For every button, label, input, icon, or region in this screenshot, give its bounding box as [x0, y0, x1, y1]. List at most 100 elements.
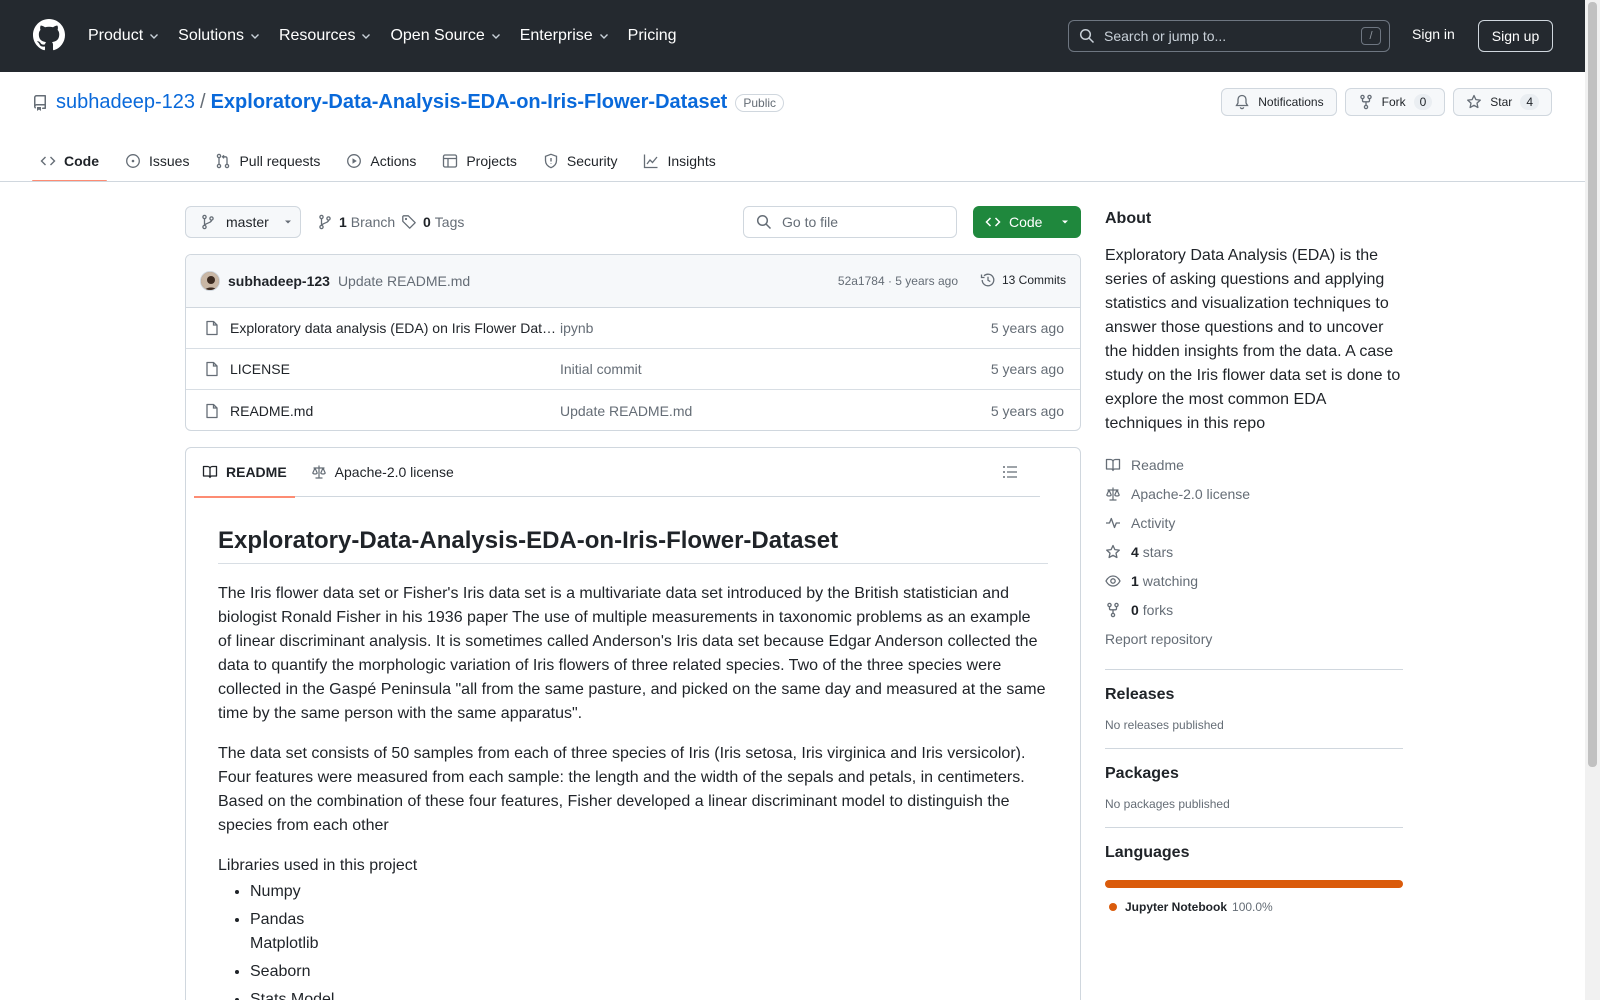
search-icon [1079, 28, 1095, 44]
tab-insights[interactable]: Insights [635, 140, 723, 182]
user-avatar-icon [201, 272, 219, 290]
chevron-down-icon [362, 34, 371, 39]
table-row[interactable]: README.md Update README.md 5 years ago [186, 390, 1080, 430]
graph-icon [644, 154, 658, 169]
chevron-down-icon [150, 34, 159, 39]
star-button[interactable]: Star 4 [1453, 88, 1552, 116]
file-icon [206, 361, 218, 377]
languages-heading: Languages [1105, 844, 1190, 861]
law-icon [1106, 487, 1120, 501]
code-dropdown-button[interactable]: Code [973, 206, 1081, 238]
book-icon [202, 465, 218, 479]
shield-icon [544, 153, 558, 169]
nav-enterprise[interactable]: Enterprise [520, 27, 610, 45]
file-time: 5 years ago [990, 402, 1064, 419]
chevron-down-icon [491, 34, 500, 39]
list-item: PandasMatplotlib [250, 908, 1048, 956]
nav-product[interactable]: Product [88, 27, 160, 45]
go-to-file-input[interactable]: Go to file [743, 206, 957, 238]
caret-down-icon [1062, 220, 1069, 224]
tab-code[interactable]: Code [32, 140, 107, 182]
tab-projects[interactable]: Projects [434, 140, 525, 182]
repo-icon [34, 95, 46, 111]
tab-security[interactable]: Security [535, 140, 626, 182]
file-icon [206, 403, 218, 418]
file-name-link[interactable]: README.md [230, 403, 560, 419]
commit-author-link[interactable]: subhadeep-123 [228, 273, 330, 289]
sidebar-watching-link[interactable]: 1 watching [1105, 566, 1403, 595]
bell-icon [1235, 94, 1249, 110]
commits-history-link[interactable]: 13 Commits [980, 272, 1066, 288]
branch-selector[interactable]: master [185, 206, 301, 238]
sidebar-forks-link[interactable]: 0 forks [1105, 595, 1403, 624]
table-row[interactable]: Exploratory data analysis (EDA) on Iris … [186, 308, 1080, 349]
search-icon [756, 214, 772, 230]
list-item: Numpy [250, 880, 1048, 904]
commit-hash-time[interactable]: 52a1784 · 5 years ago [838, 274, 958, 288]
readme-paragraph: The data set consists of 50 samples from… [218, 745, 1026, 834]
nav-solutions[interactable]: Solutions [178, 27, 261, 45]
scrollbar-thumb[interactable] [1588, 2, 1597, 767]
tab-readme[interactable]: README [194, 448, 295, 498]
tabs-divider [0, 181, 1585, 182]
nav-pricing[interactable]: Pricing [628, 27, 677, 45]
sidebar-readme-link[interactable]: Readme [1105, 450, 1403, 479]
releases-heading[interactable]: Releases [1105, 686, 1403, 704]
sign-in-link[interactable]: Sign in [1412, 26, 1455, 42]
pulse-icon [1106, 517, 1120, 528]
file-commit-link[interactable]: Initial commit [560, 361, 642, 377]
file-commit-link[interactable]: Update README.md [560, 403, 692, 419]
star-count: 4 [1520, 94, 1539, 110]
fork-icon [1107, 602, 1119, 617]
repo-name-link[interactable]: Exploratory-Data-Analysis-EDA-on-Iris-Fl… [211, 91, 728, 114]
libraries-list: Numpy PandasMatplotlib Seaborn Stats Mod… [250, 880, 1048, 1000]
github-logo-icon[interactable] [33, 19, 65, 51]
star-icon [1106, 544, 1120, 558]
tab-license[interactable]: Apache-2.0 license [303, 448, 462, 497]
branches-link[interactable]: 1 Branch [317, 214, 395, 230]
chevron-down-icon [599, 34, 608, 39]
readme-paragraph: The Iris flower data set or Fisher's Iri… [218, 585, 1046, 722]
fork-button[interactable]: Fork 0 [1344, 88, 1446, 116]
chevron-down-icon [250, 34, 259, 39]
commit-message-link[interactable]: Update README.md [338, 273, 470, 289]
about-heading: About [1105, 210, 1152, 227]
tags-link[interactable]: 0 Tags [401, 214, 464, 230]
sidebar-stars-link[interactable]: 4 stars [1105, 537, 1403, 566]
avatar[interactable] [200, 271, 220, 291]
table-icon [443, 154, 458, 168]
sidebar-license-link[interactable]: Apache-2.0 license [1105, 479, 1403, 508]
pull-request-icon [217, 153, 230, 169]
packages-heading[interactable]: Packages [1105, 765, 1403, 783]
play-icon [347, 154, 362, 168]
tab-pull-requests[interactable]: Pull requests [207, 140, 328, 182]
file-name-link[interactable]: LICENSE [230, 361, 560, 377]
libraries-intro: Libraries used in this project [218, 857, 418, 874]
nav-open-source[interactable]: Open Source [390, 27, 501, 45]
tab-issues[interactable]: Issues [117, 140, 197, 182]
language-name: Jupyter Notebook [1125, 900, 1228, 914]
language-percent: 100.0% [1232, 900, 1273, 914]
eye-icon [1105, 574, 1121, 587]
language-color-dot [1109, 903, 1117, 911]
repo-tabs: Code Issues Pull requests Actions Projec… [32, 140, 734, 182]
sign-up-button[interactable]: Sign up [1478, 20, 1553, 52]
sidebar-divider [1105, 748, 1403, 749]
file-name-link[interactable]: Exploratory data analysis (EDA) on Iris … [230, 320, 560, 336]
list-outline-icon[interactable] [1002, 464, 1018, 480]
report-repository-link[interactable]: Report repository [1105, 624, 1403, 653]
search-input[interactable]: Search or jump to... / [1068, 20, 1390, 52]
language-item[interactable]: Jupyter Notebook 100.0% [1105, 900, 1403, 914]
nav-resources[interactable]: Resources [279, 27, 372, 45]
notifications-button[interactable]: Notifications [1221, 88, 1337, 116]
repo-owner-link[interactable]: subhadeep-123 [56, 91, 195, 114]
table-row[interactable]: LICENSE Initial commit 5 years ago [186, 349, 1080, 390]
branch-icon [202, 214, 214, 230]
search-placeholder: Search or jump to... [1104, 28, 1227, 44]
fork-icon [1359, 94, 1372, 110]
tab-actions[interactable]: Actions [338, 140, 424, 182]
sidebar-activity-link[interactable]: Activity [1105, 508, 1403, 537]
file-commit-link[interactable]: ipynb [560, 320, 593, 336]
sidebar-divider [1105, 827, 1403, 828]
latest-commit-row: subhadeep-123 Update README.md 52a1784 ·… [186, 255, 1080, 308]
